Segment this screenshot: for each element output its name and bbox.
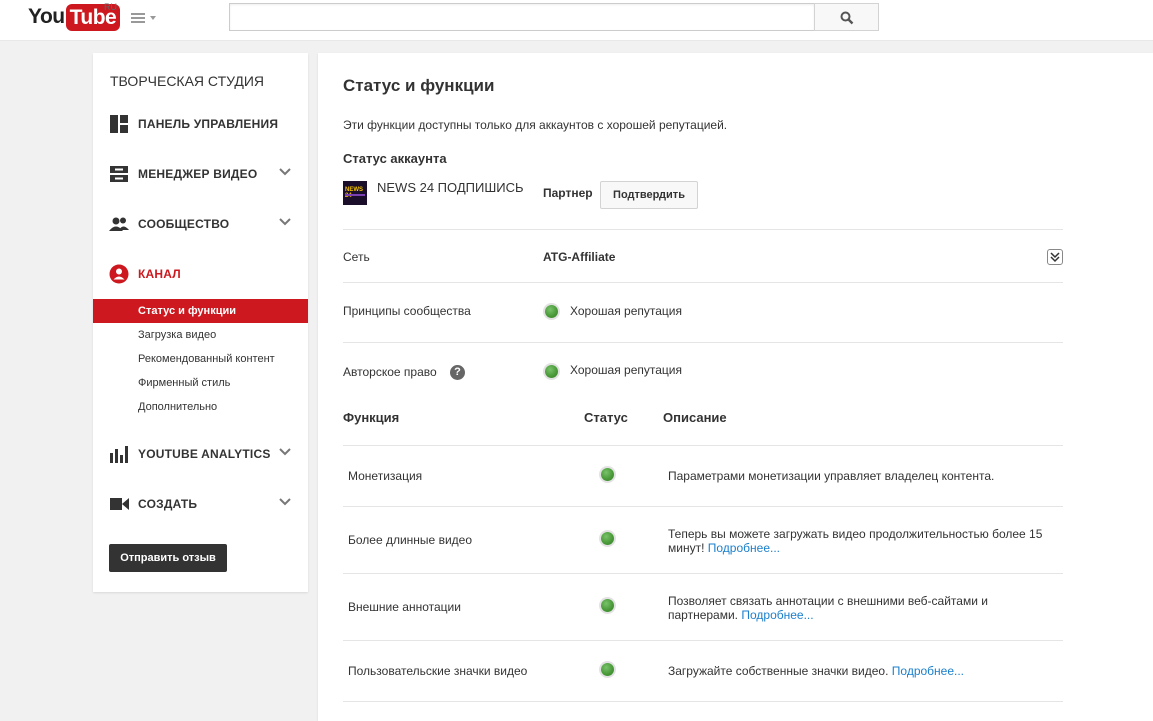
nav-label: КАНАЛ xyxy=(138,267,181,281)
expand-network-button[interactable] xyxy=(1047,249,1063,265)
confirm-button[interactable]: Подтвердить xyxy=(600,181,698,209)
nav-community[interactable]: СООБЩЕСТВО xyxy=(93,209,308,239)
sub-branding[interactable]: Фирменный стиль xyxy=(93,371,308,395)
logo-you-text: You xyxy=(28,5,65,28)
feature-description-text: Параметрами монетизации управляет владел… xyxy=(668,469,995,483)
dashboard-icon xyxy=(110,115,128,133)
status-enabled-icon xyxy=(601,468,614,481)
feature-description: Позволяет связать аннотации с внешними в… xyxy=(668,594,1048,622)
chevron-down-icon[interactable] xyxy=(279,498,291,506)
feature-description: Теперь вы можете загружать видео продолж… xyxy=(668,527,1048,555)
nav-label: YOUTUBE ANALYTICS xyxy=(138,447,271,461)
channel-icon xyxy=(109,264,129,284)
status-enabled-icon xyxy=(601,663,614,676)
intro-text: Эти функции доступны только для аккаунто… xyxy=(343,118,728,132)
feature-description-text: Позволяет связать аннотации с внешними в… xyxy=(668,594,988,622)
column-header-status: Статус xyxy=(584,410,628,425)
search-icon xyxy=(840,11,854,25)
nav-label: СОЗДАТЬ xyxy=(138,497,198,511)
feature-description: Параметрами монетизации управляет владел… xyxy=(668,469,1048,483)
nav-label: МЕНЕДЖЕР ВИДЕО xyxy=(138,167,258,181)
divider xyxy=(343,640,1063,641)
sub-label: Фирменный стиль xyxy=(138,377,231,389)
channel-avatar: NEWS 24 xyxy=(343,181,367,205)
search-button[interactable] xyxy=(814,3,879,31)
column-header-description: Описание xyxy=(663,410,727,425)
caret-down-icon xyxy=(150,16,156,20)
feature-name: Монетизация xyxy=(348,469,423,483)
divider xyxy=(343,282,1063,283)
sub-status-features[interactable]: Статус и функции xyxy=(93,299,308,323)
network-value: ATG-Affiliate xyxy=(543,250,616,264)
learn-more-link[interactable]: Подробнее... xyxy=(741,608,813,622)
learn-more-link[interactable]: Подробнее... xyxy=(708,541,780,555)
learn-more-link[interactable]: Подробнее... xyxy=(892,664,964,678)
chevron-down-icon[interactable] xyxy=(279,448,291,456)
channel-name: NEWS 24 ПОДПИШИСЬ xyxy=(377,180,524,195)
divider xyxy=(343,506,1063,507)
menu-icon-bar xyxy=(131,21,145,23)
divider xyxy=(343,342,1063,343)
double-chevron-down-icon xyxy=(1050,252,1060,263)
studio-title: ТВОРЧЕСКАЯ СТУДИЯ xyxy=(110,73,265,89)
channel-avatar-text: NEWS 24 xyxy=(345,187,363,199)
guide-menu-button[interactable] xyxy=(131,12,157,26)
status-good-icon xyxy=(545,305,558,318)
sub-featured-content[interactable]: Рекомендованный контент xyxy=(93,347,308,371)
status-enabled-icon xyxy=(601,599,614,612)
feature-name: Более длинные видео xyxy=(348,533,472,547)
chevron-down-icon[interactable] xyxy=(279,168,291,176)
analytics-icon xyxy=(110,446,128,463)
account-status-heading: Статус аккаунта xyxy=(343,151,447,166)
nav-dashboard[interactable]: ПАНЕЛЬ УПРАВЛЕНИЯ xyxy=(93,109,308,139)
sub-upload-defaults[interactable]: Загрузка видео xyxy=(93,323,308,347)
chevron-down-icon[interactable] xyxy=(279,218,291,226)
help-icon[interactable]: ? xyxy=(450,365,465,380)
menu-icon-bar xyxy=(131,17,145,19)
community-guidelines-value: Хорошая репутация xyxy=(570,304,682,318)
network-label: Сеть xyxy=(343,250,370,264)
divider xyxy=(343,573,1063,574)
copyright-label: Авторское право xyxy=(343,365,437,379)
status-good-icon xyxy=(545,365,558,378)
sub-label: Статус и функции xyxy=(138,305,236,317)
nav-create[interactable]: СОЗДАТЬ xyxy=(93,489,308,519)
divider xyxy=(343,701,1063,702)
nav-video-manager[interactable]: МЕНЕДЖЕР ВИДЕО xyxy=(93,159,308,189)
nav-label: ПАНЕЛЬ УПРАВЛЕНИЯ xyxy=(138,117,279,131)
divider xyxy=(343,229,1063,230)
page-title: Статус и функции xyxy=(343,76,495,95)
main-panel: Статус и функции Эти функции доступны то… xyxy=(318,53,1153,721)
video-manager-icon xyxy=(110,166,128,182)
nav-label: СООБЩЕСТВО xyxy=(138,217,230,231)
nav-channel[interactable]: КАНАЛ xyxy=(93,259,308,289)
sub-label: Рекомендованный контент xyxy=(138,353,275,365)
partner-label: Партнер xyxy=(543,186,593,200)
feature-description-text: Загружайте собственные значки видео. xyxy=(668,664,889,678)
status-enabled-icon xyxy=(601,532,614,545)
channel-avatar-stripe xyxy=(345,194,365,196)
create-icon xyxy=(110,498,129,510)
sub-label: Загрузка видео xyxy=(138,329,217,341)
sub-advanced[interactable]: Дополнительно xyxy=(93,395,308,419)
nav-analytics[interactable]: YOUTUBE ANALYTICS xyxy=(93,439,308,469)
feature-description: Загружайте собственные значки видео. Под… xyxy=(668,664,1048,678)
region-label: RU xyxy=(104,2,117,12)
community-guidelines-label: Принципы сообщества xyxy=(343,304,471,318)
community-icon xyxy=(109,217,129,231)
feature-name: Внешние аннотации xyxy=(348,600,461,614)
menu-icon xyxy=(131,13,145,15)
search-input[interactable] xyxy=(229,3,815,31)
feature-name: Пользовательские значки видео xyxy=(348,664,528,678)
send-feedback-button[interactable]: Отправить отзыв xyxy=(109,544,227,572)
column-header-function: Функция xyxy=(343,410,400,425)
copyright-value: Хорошая репутация xyxy=(570,363,682,377)
masthead: You Tube RU xyxy=(0,0,1153,41)
sub-label: Дополнительно xyxy=(138,401,218,413)
studio-sidebar: ТВОРЧЕСКАЯ СТУДИЯ ПАНЕЛЬ УПРАВЛЕНИЯ МЕНЕ… xyxy=(93,53,308,592)
divider xyxy=(343,445,1063,446)
